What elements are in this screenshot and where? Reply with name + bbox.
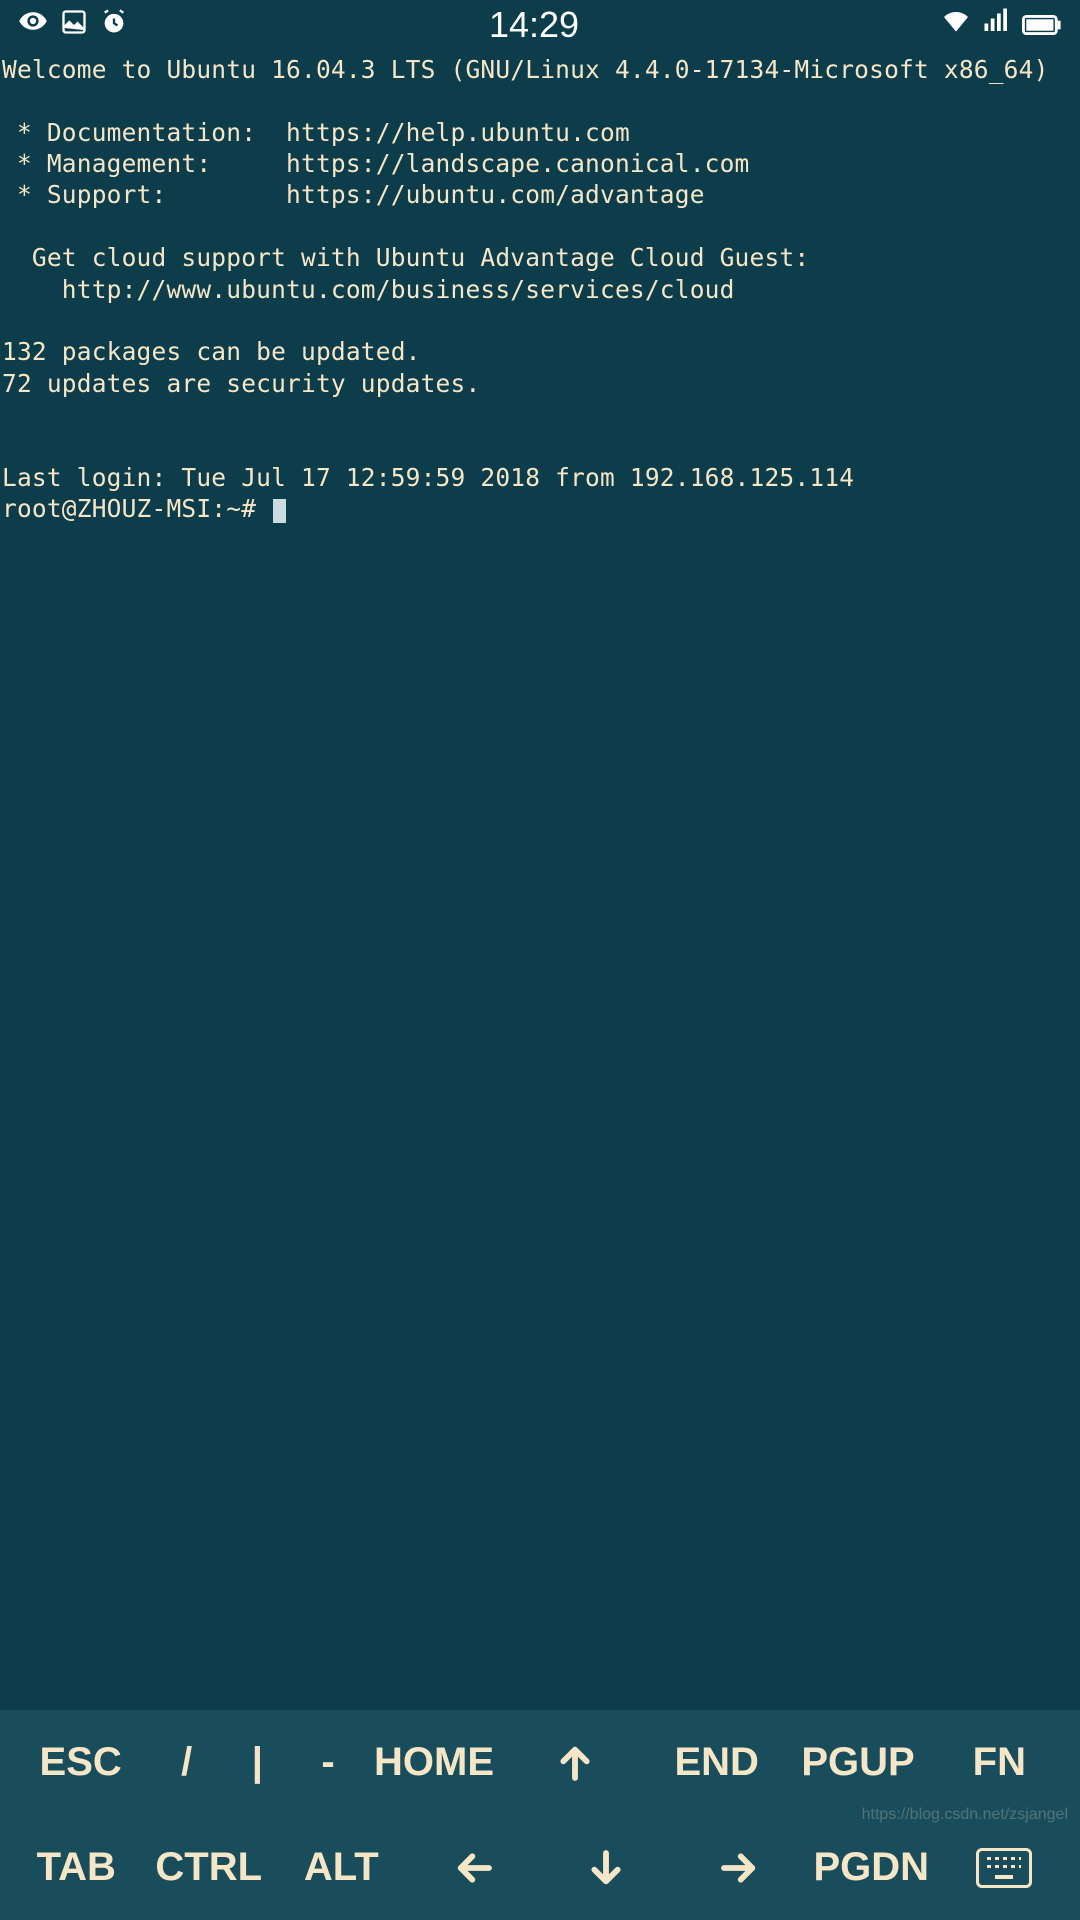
terminal-prompt: root@ZHOUZ-MSI:~#: [2, 494, 271, 523]
image-icon: [60, 7, 88, 44]
keyboard-icon: [976, 1848, 1032, 1888]
status-right: [940, 5, 1062, 45]
arrow-right-icon: [719, 1848, 759, 1888]
eye-icon: [18, 6, 48, 44]
terminal-line: 72 updates are security updates.: [2, 369, 480, 398]
status-bar: 14:29: [0, 0, 1080, 50]
key-dash[interactable]: -: [293, 1710, 364, 1815]
key-fn[interactable]: FN: [929, 1710, 1070, 1815]
terminal-line: 132 packages can be updated.: [2, 337, 421, 366]
terminal-line: * Management: https://landscape.canonica…: [2, 149, 750, 178]
key-arrow-right[interactable]: [673, 1815, 806, 1920]
arrow-up-icon: [555, 1743, 595, 1783]
key-pgdn[interactable]: PGDN: [805, 1815, 938, 1920]
arrow-left-icon: [454, 1848, 494, 1888]
key-home[interactable]: HOME: [363, 1710, 504, 1815]
alarm-icon: [100, 7, 128, 44]
terminal-line: Last login: Tue Jul 17 12:59:59 2018 fro…: [2, 463, 854, 492]
key-pgup[interactable]: PGUP: [787, 1710, 928, 1815]
key-end[interactable]: END: [646, 1710, 787, 1815]
wifi-icon: [940, 5, 972, 45]
key-esc[interactable]: ESC: [10, 1710, 151, 1815]
key-ctrl[interactable]: CTRL: [143, 1815, 276, 1920]
terminal-output[interactable]: Welcome to Ubuntu 16.04.3 LTS (GNU/Linux…: [0, 50, 1080, 1710]
arrow-down-icon: [586, 1848, 626, 1888]
key-arrow-left[interactable]: [408, 1815, 541, 1920]
terminal-line: * Support: https://ubuntu.com/advantage: [2, 180, 705, 209]
key-slash[interactable]: /: [151, 1710, 222, 1815]
key-tab[interactable]: TAB: [10, 1815, 143, 1920]
terminal-line: http://www.ubuntu.com/business/services/…: [2, 275, 735, 304]
key-row-2: TAB CTRL ALT PGDN: [0, 1815, 1080, 1920]
key-pipe[interactable]: |: [222, 1710, 293, 1815]
signal-icon: [982, 6, 1012, 44]
key-keyboard-toggle[interactable]: [938, 1815, 1071, 1920]
watermark-text: https://blog.csdn.net/zsjangel: [862, 1806, 1068, 1824]
key-alt[interactable]: ALT: [275, 1815, 408, 1920]
key-row-1: ESC / | - HOME END PGUP FN: [0, 1710, 1080, 1815]
key-arrow-down[interactable]: [540, 1815, 673, 1920]
status-left: [18, 6, 128, 44]
status-time: 14:29: [489, 4, 579, 46]
terminal-line: Get cloud support with Ubuntu Advantage …: [2, 243, 809, 272]
key-arrow-up[interactable]: [505, 1710, 646, 1815]
battery-icon: [1022, 7, 1062, 44]
terminal-line: Welcome to Ubuntu 16.04.3 LTS (GNU/Linux…: [2, 55, 1049, 84]
terminal-line: * Documentation: https://help.ubuntu.com: [2, 118, 630, 147]
cursor-icon: [273, 499, 286, 523]
